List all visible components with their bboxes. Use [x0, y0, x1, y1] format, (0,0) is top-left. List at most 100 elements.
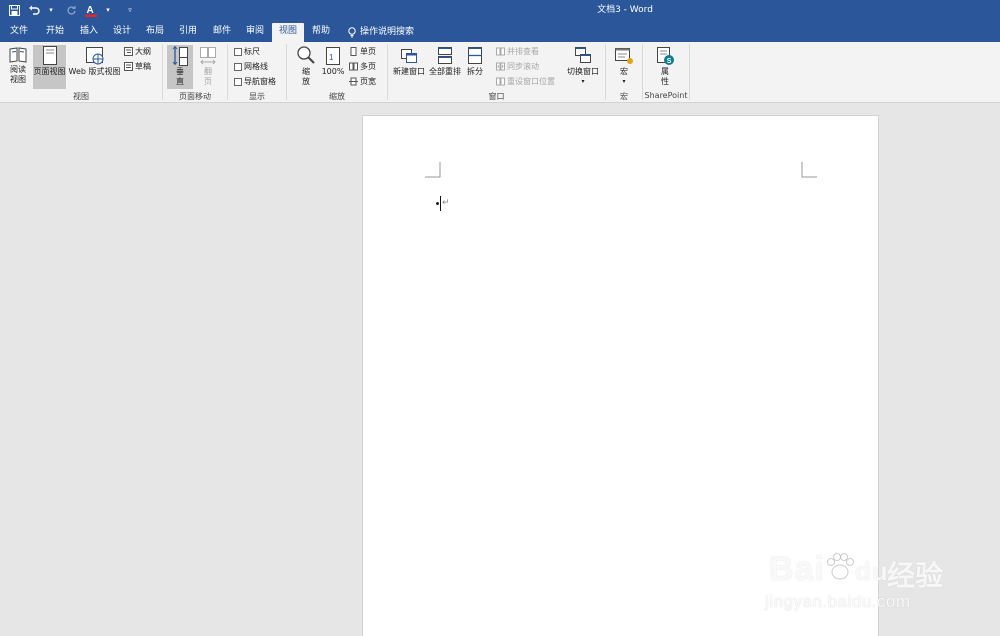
print-layout-icon: [42, 46, 57, 65]
read-mode-label: 阅读 视图: [10, 65, 26, 84]
ruler-checkbox[interactable]: 标尺: [234, 45, 260, 58]
gridlines-label: 网格线: [244, 62, 268, 71]
view-side-by-side-button[interactable]: 并排查看: [496, 45, 539, 58]
new-window-icon: [401, 49, 417, 63]
multiple-pages-icon: [349, 62, 358, 71]
baidu-jingyan-watermark: Bai du 经验 jingyan.baidu.com: [765, 548, 995, 628]
print-layout-button[interactable]: 页面视图: [33, 45, 66, 89]
vertical-label: 垂 直: [176, 67, 184, 86]
vertical-button[interactable]: 垂 直: [167, 45, 193, 89]
properties-button[interactable]: S 属 性: [650, 45, 680, 89]
vertical-scroll-icon: [172, 45, 188, 66]
ruler-checkbox-box[interactable]: [234, 47, 242, 56]
read-mode-button[interactable]: 阅读 视图: [4, 45, 32, 89]
nav-pane-label: 导航窗格: [244, 77, 276, 86]
zoom-label: 缩 放: [302, 67, 310, 86]
ribbon-tabs: 文件 开始 插入 设计 布局 引用 邮件 审阅 视图 帮助 操作说明搜索: [0, 20, 1000, 42]
nav-pane-checkbox[interactable]: 导航窗格: [234, 75, 276, 88]
svg-text:S: S: [667, 58, 672, 65]
tell-me-label: 操作说明搜索: [360, 27, 415, 37]
side-to-side-label: 翻 页: [204, 67, 212, 86]
zoom-100-button[interactable]: 1 100%: [320, 45, 346, 89]
arrange-all-icon: [438, 47, 452, 64]
watermark-url: jingyan.baidu.com: [765, 592, 911, 611]
sharepoint-properties-icon: S: [657, 47, 674, 65]
side-to-side-icon: [200, 47, 216, 65]
side-by-side-icon: [496, 47, 505, 56]
tab-review[interactable]: 审阅: [240, 23, 270, 42]
macros-icon: [615, 48, 633, 64]
margin-corner-top-right: [801, 162, 817, 178]
tab-file[interactable]: 文件: [4, 23, 34, 42]
macros-label: 宏: [620, 67, 628, 76]
sync-scroll-icon: [496, 62, 505, 71]
reset-window-position-button[interactable]: 重设窗口位置: [496, 75, 555, 88]
page-width-icon: [349, 77, 358, 86]
watermark-brand: Bai du: [769, 550, 889, 588]
split-icon: [468, 47, 482, 64]
properties-label: 属 性: [661, 67, 669, 86]
group-label-sharepoint: SharePoint: [644, 91, 688, 100]
svg-text:1: 1: [329, 53, 334, 62]
switch-windows-dropdown-icon: ▾: [581, 78, 585, 85]
multiple-pages-button[interactable]: 多页: [349, 60, 376, 73]
nav-pane-checkbox-box[interactable]: [234, 77, 242, 86]
group-label-page-movement: 页面移动: [179, 92, 211, 101]
outline-label: 大纲: [135, 47, 151, 56]
zoom-100-label: 100%: [321, 67, 345, 76]
macros-dropdown-icon: ▾: [622, 78, 626, 85]
paw-icon: [826, 553, 854, 580]
macros-button[interactable]: 宏 ▾: [610, 45, 638, 89]
text-cursor: [440, 196, 441, 211]
magnifier-icon: [297, 46, 315, 64]
tab-home[interactable]: 开始: [40, 23, 70, 42]
one-page-icon: [350, 47, 357, 56]
outline-button[interactable]: 大纲: [124, 45, 151, 58]
page-width-label: 页宽: [360, 77, 376, 86]
tab-references[interactable]: 引用: [173, 23, 203, 42]
draft-label: 草稿: [135, 62, 151, 71]
watermark-cn: 经验: [887, 559, 944, 592]
new-window-label: 新建窗口: [393, 67, 425, 76]
tab-layout[interactable]: 布局: [140, 23, 170, 42]
tab-mailings[interactable]: 邮件: [207, 23, 237, 42]
side-to-side-button[interactable]: 翻 页: [195, 45, 221, 89]
arrange-all-button[interactable]: 全部重排: [428, 45, 462, 89]
view-side-by-side-label: 并排查看: [507, 47, 539, 56]
tell-me-search[interactable]: 操作说明搜索: [342, 23, 422, 42]
web-layout-button[interactable]: Web 版式视图: [67, 45, 122, 89]
switch-windows-label: 切换窗口: [567, 67, 599, 76]
group-label-zoom: 缩放: [329, 92, 345, 101]
margin-corner-top-left: [425, 162, 441, 178]
page-width-button[interactable]: 页宽: [349, 75, 376, 88]
reset-window-position-label: 重设窗口位置: [507, 77, 555, 86]
read-mode-icon: [9, 47, 27, 63]
split-label: 拆分: [467, 67, 483, 76]
group-separator: [689, 44, 690, 100]
zoom-button[interactable]: 缩 放: [292, 45, 320, 89]
multiple-pages-label: 多页: [360, 62, 376, 71]
switch-windows-button[interactable]: 切换窗口 ▾: [564, 45, 602, 89]
draft-icon: [124, 62, 133, 71]
tab-design[interactable]: 设计: [107, 23, 137, 42]
group-label-macros: 宏: [620, 92, 628, 101]
draft-button[interactable]: 草稿: [124, 60, 151, 73]
window-title: 文档3 - Word: [597, 5, 653, 15]
paragraph-bullet: [436, 202, 439, 205]
paragraph-mark: ↵: [442, 198, 450, 208]
gridlines-checkbox[interactable]: 网格线: [234, 60, 268, 73]
outline-icon: [124, 47, 133, 56]
new-window-button[interactable]: 新建窗口: [391, 45, 427, 89]
ruler-label: 标尺: [244, 47, 260, 56]
tab-help[interactable]: 帮助: [306, 23, 336, 42]
tab-insert[interactable]: 插入: [74, 23, 104, 42]
sync-scroll-button[interactable]: 同步滚动: [496, 60, 539, 73]
title-bar: ▾ A ▾ ▿ 文档3 - Word: [0, 0, 1000, 20]
one-page-button[interactable]: 单页: [349, 45, 376, 58]
one-page-label: 单页: [360, 47, 376, 56]
web-layout-label: Web 版式视图: [68, 67, 121, 76]
gridlines-checkbox-box[interactable]: [234, 62, 242, 71]
tab-view[interactable]: 视图: [272, 23, 304, 42]
split-button[interactable]: 拆分: [463, 45, 487, 89]
arrange-all-label: 全部重排: [429, 67, 461, 76]
